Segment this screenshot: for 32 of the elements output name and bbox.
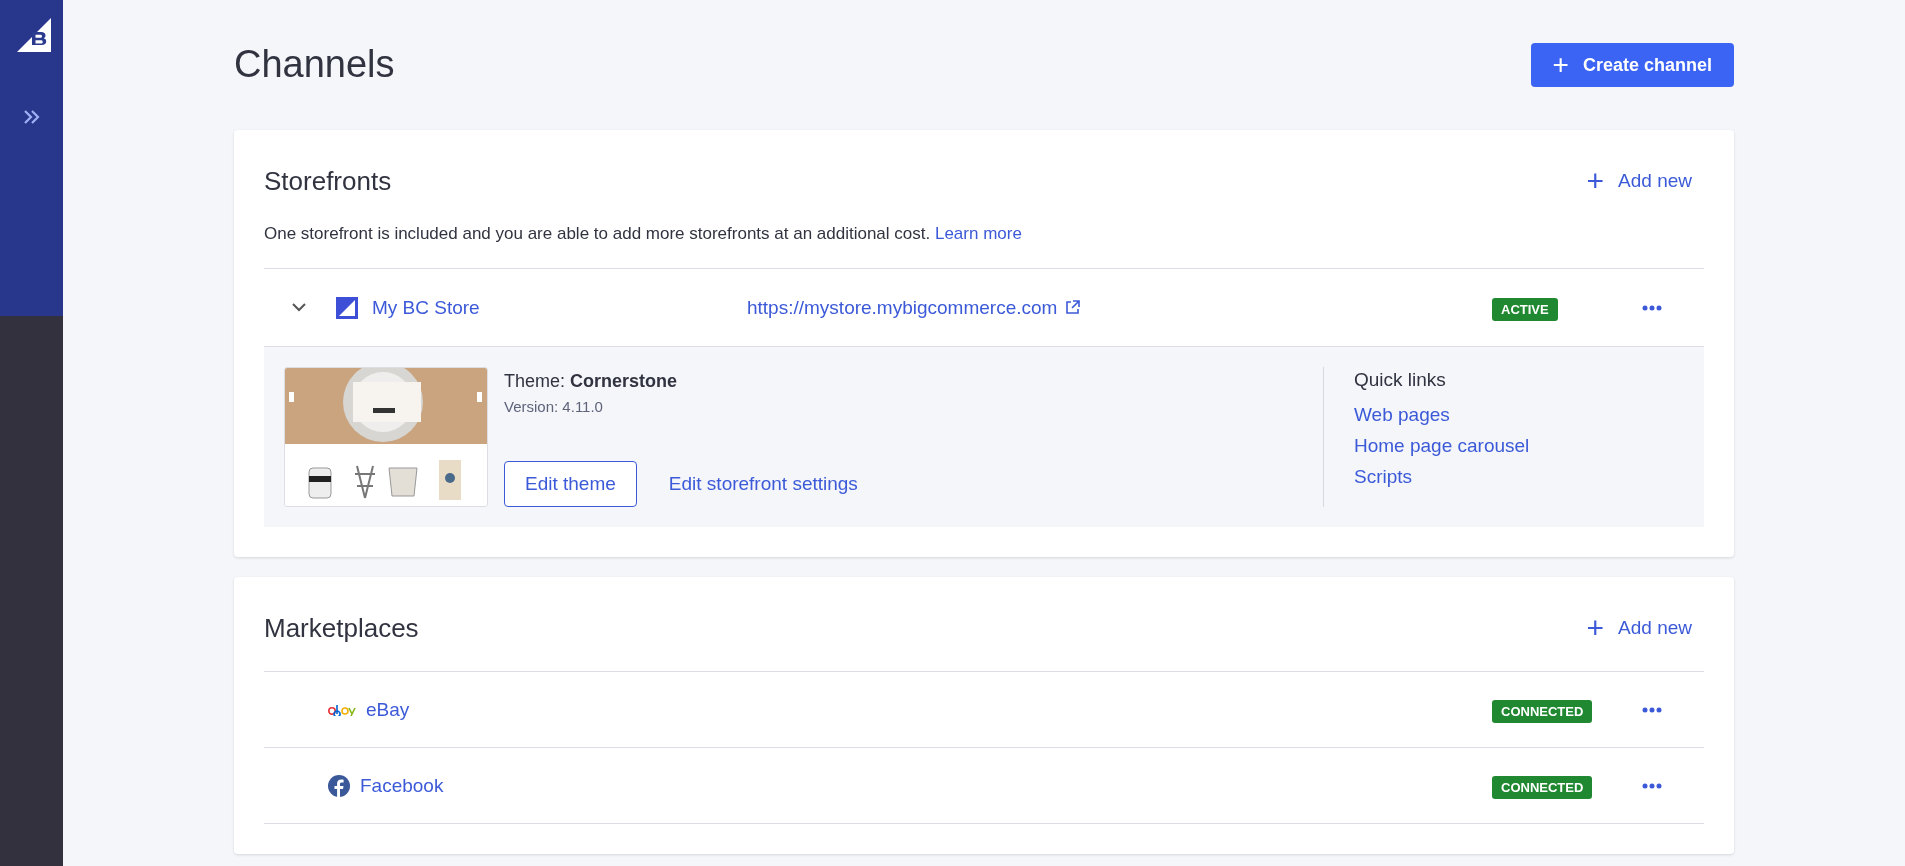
create-channel-button[interactable]: + Create channel — [1530, 43, 1734, 87]
logo-icon[interactable] — [16, 18, 51, 52]
quick-link[interactable]: Scripts — [1354, 466, 1684, 488]
status-badge: ACTIVE — [1492, 297, 1558, 321]
facebook-logo-icon — [328, 774, 350, 797]
external-link-icon[interactable] — [1065, 300, 1081, 315]
edit-theme-button[interactable]: Edit theme — [504, 461, 637, 507]
theme-name: Theme: Cornerstone — [504, 371, 679, 392]
status-badge: CONNECTED — [1492, 699, 1593, 723]
quick-link[interactable]: Web pages — [1354, 404, 1684, 426]
add-new-button[interactable]: + Add new — [1574, 613, 1704, 643]
status-badge: CONNECTED — [1492, 775, 1593, 799]
expand-icon[interactable] — [22, 110, 41, 124]
marketplace-name-link[interactable]: Facebook — [360, 774, 444, 797]
store-name-link[interactable]: My BC Store — [372, 296, 480, 319]
quick-links-title: Quick links — [1354, 369, 1447, 391]
more-icon[interactable] — [1642, 706, 1662, 713]
store-url-link[interactable]: https://mystore.mybigcommerce.com — [747, 296, 1058, 319]
more-icon[interactable] — [1642, 782, 1662, 789]
learn-more-link[interactable]: Learn more — [934, 224, 1022, 243]
description-text: One storefront is included and you are able to add more storefronts at an additional cost. Learn more — [264, 224, 1023, 244]
edit-settings-link[interactable]: Edit storefront settings — [668, 473, 858, 495]
chevron-icon[interactable] — [292, 303, 306, 312]
ebay-logo-icon — [328, 703, 356, 716]
theme-version: Version: 4.11.0 — [504, 398, 604, 415]
section-title: Marketplaces — [264, 612, 419, 644]
more-icon[interactable] — [1642, 304, 1662, 311]
marketplace-name-link[interactable]: eBay — [366, 698, 410, 721]
section-title: Storefronts — [264, 165, 392, 197]
quick-link[interactable]: Home page carousel — [1354, 435, 1684, 457]
add-new-button[interactable]: + Add new — [1574, 166, 1704, 196]
page-title: Channels — [234, 42, 395, 87]
